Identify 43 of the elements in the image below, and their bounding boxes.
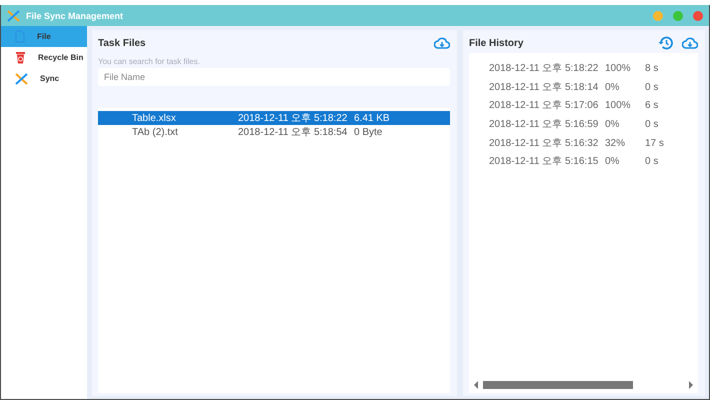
history-percent-text: 0% xyxy=(605,80,620,94)
search-field[interactable]: File Name xyxy=(98,68,450,86)
history-duration: 0 s xyxy=(645,155,658,168)
scrollbar-thumb[interactable] xyxy=(483,381,633,389)
history-percent-text: 32% xyxy=(605,136,626,150)
file-size: 6.41 KB xyxy=(354,112,390,124)
file-name: Table.xlsx xyxy=(132,112,176,124)
modified-time: 2018-12-11 오후 5:18:54 xyxy=(238,126,348,138)
cloud-download-icon[interactable] xyxy=(434,36,450,50)
file-name: TAb (2).txt xyxy=(132,126,178,138)
history-percent-text: 100% xyxy=(605,62,631,75)
history-duration: 0 s xyxy=(645,118,658,131)
trash-icon xyxy=(15,51,26,64)
window-title: File Sync Management xyxy=(26,10,124,20)
history-time: 2018-12-11 오후 5:17:06 xyxy=(489,99,598,112)
scroll-left-icon[interactable] xyxy=(473,381,479,389)
history-percent-text: 0% xyxy=(605,118,620,131)
history-time: 2018-12-11 오후 5:16:15 xyxy=(489,155,598,168)
file-row[interactable]: Table.xlsx 2018-12-11 오후 5:18:22 6.41 KB xyxy=(98,111,450,125)
history-duration: 8 s xyxy=(645,62,658,75)
sidebar-item[interactable]: File xyxy=(1,26,87,47)
cloud-download-icon[interactable] xyxy=(682,36,698,50)
history-time: 2018-12-11 오후 5:18:14 xyxy=(489,80,598,94)
search-hint: You can search for task files. xyxy=(98,57,201,66)
history-duration: 17 s xyxy=(645,136,664,150)
sidebar-item[interactable]: Sync xyxy=(1,68,87,89)
panel-title: Task Files xyxy=(98,38,147,48)
file-row[interactable]: TAb (2).txt 2018-12-11 오후 5:18:54 0 Byte xyxy=(98,125,450,139)
close-button[interactable] xyxy=(693,10,703,20)
history-time: 2018-12-11 오후 5:16:59 xyxy=(489,118,598,131)
scroll-right-icon[interactable] xyxy=(688,381,694,389)
panel-title: File History xyxy=(469,38,524,48)
app-logo-icon xyxy=(7,10,20,22)
history-time: 2018-12-11 오후 5:16:32 xyxy=(489,136,598,150)
modified-time: 2018-12-11 오후 5:18:22 xyxy=(238,112,348,124)
history-icon[interactable] xyxy=(658,35,674,51)
history-percent-text: 0% xyxy=(605,155,620,168)
sidebar-item[interactable]: Recycle Bin xyxy=(1,47,87,68)
file-size: 0 Byte xyxy=(354,126,382,138)
history-duration: 6 s xyxy=(645,99,658,112)
history-duration: 0 s xyxy=(645,80,658,94)
history-percent-text: 100% xyxy=(605,99,631,112)
history-time: 2018-12-11 오후 5:18:22 xyxy=(489,62,598,75)
